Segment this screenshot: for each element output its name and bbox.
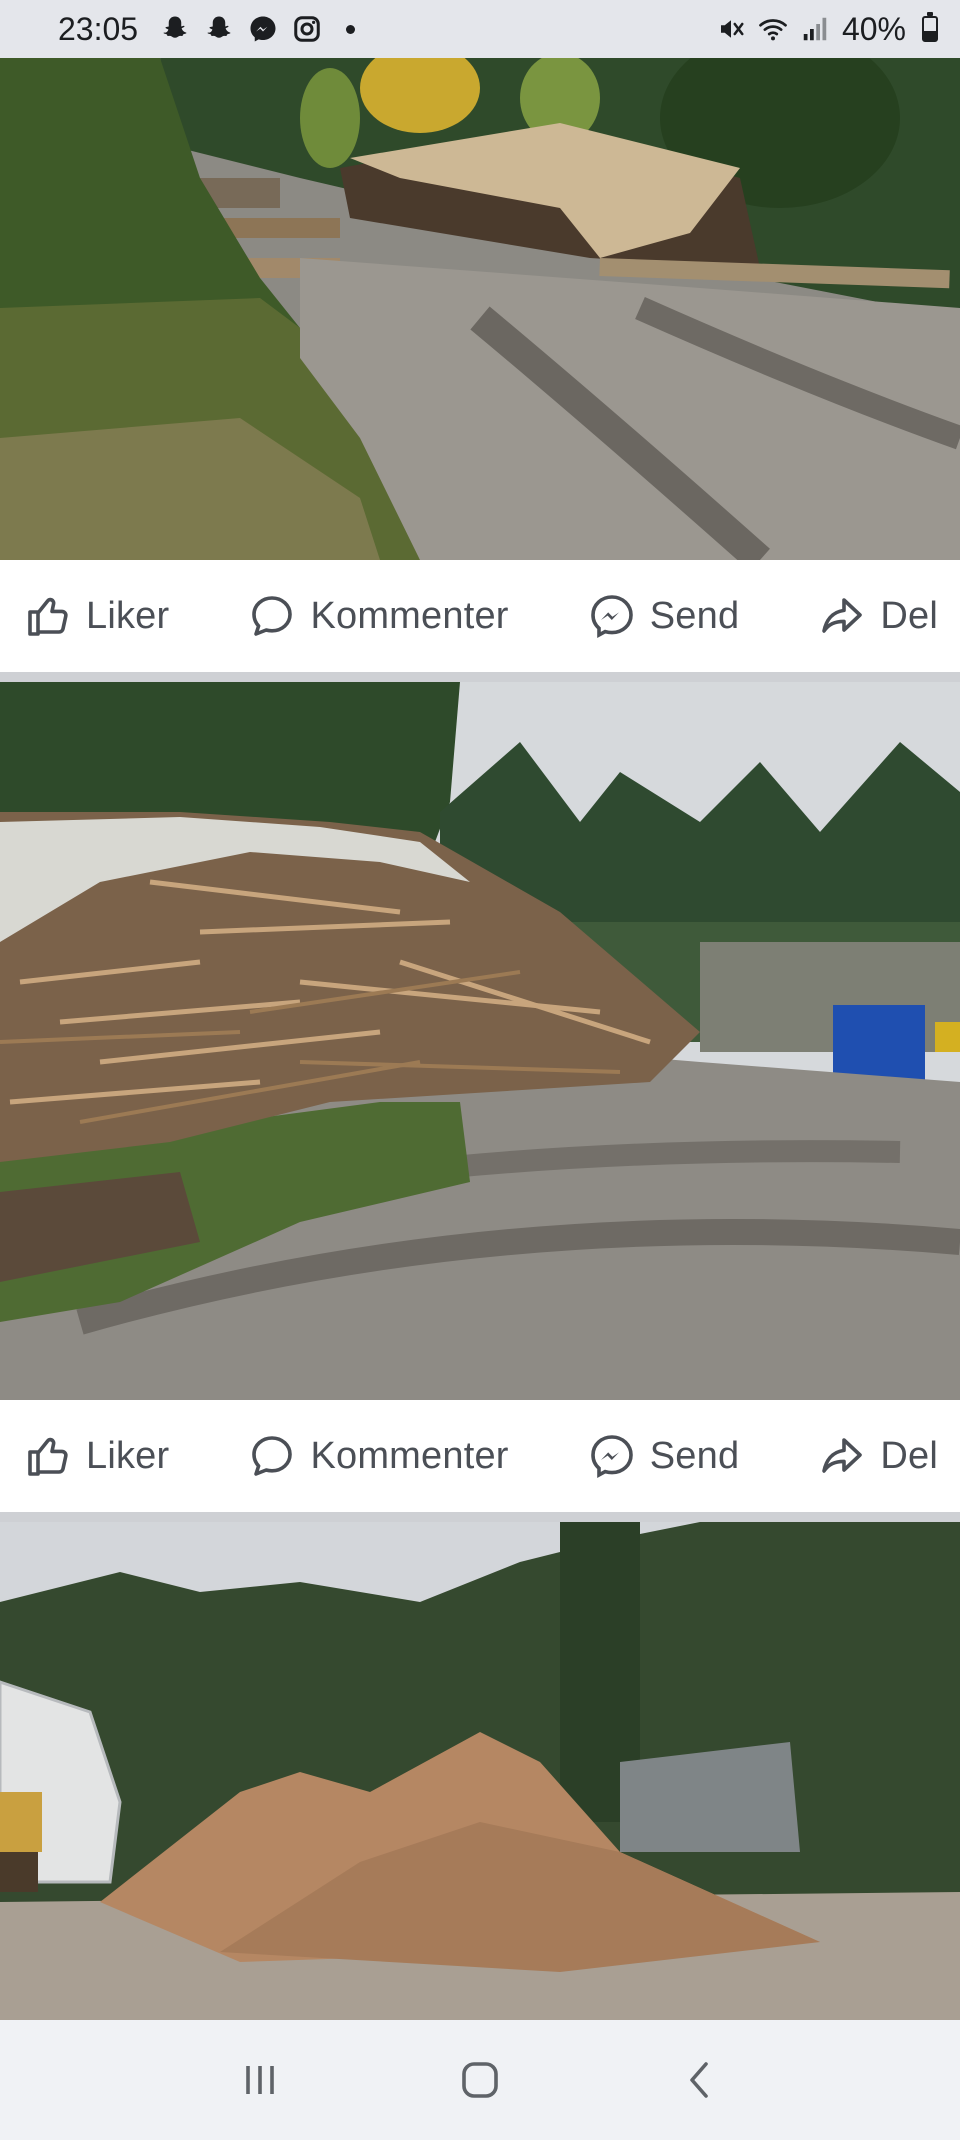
wifi-icon bbox=[758, 14, 788, 44]
battery-percent: 40% bbox=[841, 10, 906, 47]
instagram-icon bbox=[292, 14, 322, 44]
share-button[interactable]: Del bbox=[818, 592, 938, 640]
post-divider bbox=[0, 1512, 960, 1522]
recent-apps-button[interactable] bbox=[230, 2050, 290, 2110]
like-label: Liker bbox=[86, 594, 170, 637]
post-photo-1[interactable] bbox=[0, 58, 960, 560]
send-button[interactable]: Send bbox=[588, 592, 740, 640]
thumbs-up-icon bbox=[28, 1437, 68, 1476]
share-label: Del bbox=[880, 594, 938, 637]
messenger-icon bbox=[590, 1435, 633, 1479]
battery-icon bbox=[922, 12, 938, 42]
signal-icon bbox=[800, 14, 830, 44]
share-arrow-icon bbox=[822, 598, 863, 633]
messenger-icon bbox=[248, 14, 278, 44]
post-photo-2[interactable] bbox=[0, 682, 960, 1400]
thumbs-up-icon bbox=[28, 597, 68, 636]
snapchat-icon bbox=[160, 14, 190, 44]
comment-label: Kommenter bbox=[310, 594, 509, 637]
send-label: Send bbox=[649, 1434, 740, 1477]
send-button[interactable]: Send bbox=[588, 1432, 740, 1480]
comment-label: Kommenter bbox=[310, 1434, 509, 1477]
post-photo-3[interactable] bbox=[0, 1522, 960, 2020]
post-divider bbox=[0, 672, 960, 682]
comment-button[interactable]: Kommenter bbox=[248, 592, 508, 640]
share-arrow-icon bbox=[822, 1438, 863, 1473]
send-label: Send bbox=[649, 594, 740, 637]
share-label: Del bbox=[880, 1434, 938, 1477]
messenger-icon bbox=[590, 595, 633, 639]
back-icon bbox=[690, 2062, 708, 2098]
like-button[interactable]: Liker bbox=[24, 1432, 169, 1480]
notification-dot bbox=[346, 24, 356, 34]
share-button[interactable]: Del bbox=[818, 1432, 938, 1480]
back-button[interactable] bbox=[670, 2050, 730, 2110]
wood-chips-piles-image bbox=[0, 1522, 960, 2020]
comment-bubble-icon bbox=[252, 596, 293, 636]
comment-bubble-icon bbox=[252, 1436, 293, 1476]
post-action-bar-2: Liker Kommenter Send Del bbox=[0, 1400, 960, 1512]
post-action-bar-1: Liker Kommenter Send Del bbox=[0, 560, 960, 672]
home-icon bbox=[462, 2062, 498, 2098]
wood-offcuts-pile-image bbox=[0, 682, 960, 1400]
status-bar: 23:05 40% bbox=[0, 0, 960, 58]
mute-icon bbox=[716, 14, 746, 44]
status-time: 23:05 bbox=[58, 10, 139, 47]
comment-button[interactable]: Kommenter bbox=[248, 1432, 508, 1480]
like-label: Liker bbox=[86, 1434, 170, 1477]
android-nav-bar bbox=[0, 2020, 960, 2140]
recent-apps-icon bbox=[246, 2066, 274, 2094]
snapchat-icon bbox=[204, 14, 234, 44]
like-button[interactable]: Liker bbox=[24, 592, 169, 640]
forest-road-logs-image bbox=[0, 58, 960, 560]
home-button[interactable] bbox=[450, 2050, 510, 2110]
